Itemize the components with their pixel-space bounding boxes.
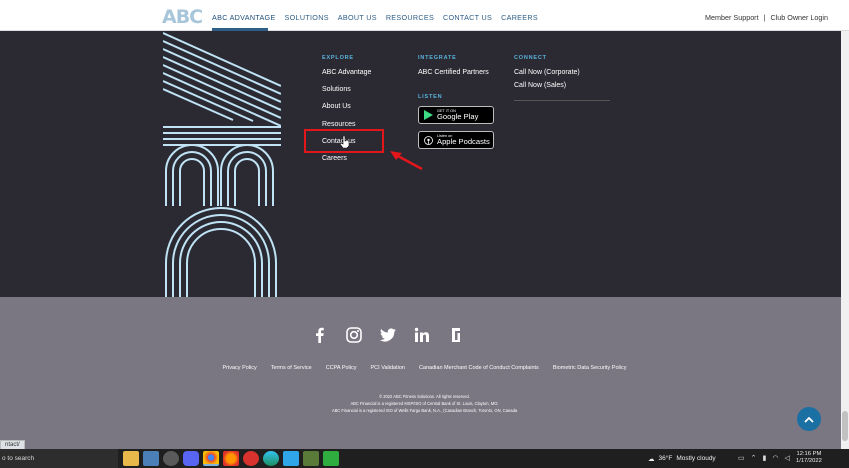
messaging-app-icon[interactable] — [283, 451, 299, 466]
taskbar-clock[interactable]: 12:16 PM 1/17/2022 — [796, 451, 822, 465]
nav-item-contact-us[interactable]: CONTACT US — [443, 13, 492, 22]
nav-separator: | — [763, 13, 766, 22]
weather-description: Mostly cloudy — [676, 455, 716, 462]
letter-c-graphic — [165, 207, 277, 297]
google-play-badge[interactable]: GET IT ON Google Play — [418, 106, 494, 124]
footer-link-call-sales[interactable]: Call Now (Sales) — [514, 82, 580, 95]
footer-legal-section: Privacy Policy Terms of Service CCPA Pol… — [0, 297, 849, 449]
nav-item-about-us[interactable]: ABOUT US — [338, 13, 377, 22]
top-navigation: ABC ABC ADVANTAGE SOLUTIONS ABOUT US RES… — [0, 0, 849, 31]
game-app-icon[interactable] — [303, 451, 319, 466]
terms-of-service-link[interactable]: Terms of Service — [271, 365, 312, 371]
opera-icon[interactable] — [243, 451, 259, 466]
hand-cursor-icon — [340, 136, 349, 148]
chevron-up-icon[interactable]: ⌃ — [751, 454, 757, 462]
notepad-icon[interactable] — [143, 451, 159, 466]
google-play-text: Google Play — [437, 112, 479, 121]
abc-lettermark-graphic — [163, 32, 281, 297]
abc-logo[interactable]: ABC — [162, 6, 203, 28]
footer-link-about-us[interactable]: About Us — [322, 103, 371, 120]
nav-item-abc-advantage[interactable]: ABC ADVANTAGE — [212, 13, 276, 22]
integrate-heading: INTEGRATE — [418, 55, 457, 61]
google-play-icon — [424, 110, 433, 120]
privacy-policy-link[interactable]: Privacy Policy — [223, 365, 257, 371]
apple-podcasts-icon — [424, 135, 433, 145]
windows-taskbar: o to search ☁ 36°F Mostly cloudy ▭ ⌃ ▮ ◠… — [0, 449, 849, 468]
ccpa-policy-link[interactable]: CCPA Policy — [326, 365, 357, 371]
red-arrow-annotation-icon — [390, 151, 423, 171]
glassdoor-icon[interactable] — [448, 327, 464, 343]
taskbar-search-box[interactable]: o to search — [0, 449, 118, 468]
utility-app-icon[interactable] — [323, 451, 339, 466]
nav-menu: ABC ADVANTAGE SOLUTIONS ABOUT US RESOURC… — [212, 13, 547, 22]
member-support-link[interactable]: Member Support — [705, 13, 759, 22]
copyright-line: © 2022 ABC Fitness Solutions. All rights… — [379, 394, 470, 399]
apple-podcasts-badge[interactable]: Listen on Apple Podcasts — [418, 131, 494, 149]
battery-icon[interactable]: ▮ — [763, 454, 767, 462]
explore-heading: EXPLORE — [322, 55, 354, 61]
edge-icon[interactable] — [263, 451, 279, 466]
scrollbar-thumb[interactable] — [842, 411, 848, 441]
social-links — [312, 327, 464, 343]
footer-link-call-corporate[interactable]: Call Now (Corporate) — [514, 69, 580, 82]
weather-widget[interactable]: ☁ 36°F Mostly cloudy — [648, 455, 716, 463]
facebook-icon[interactable] — [312, 327, 328, 343]
explore-column: EXPLORE ABC Advantage Solutions About Us… — [322, 55, 371, 172]
listen-heading: LISTEN — [418, 94, 443, 100]
canadian-merchant-code-link[interactable]: Canadian Merchant Code of Conduct Compla… — [419, 365, 539, 371]
firefox-icon[interactable] — [223, 451, 239, 466]
footer-link-certified-partners[interactable]: ABC Certified Partners — [418, 69, 489, 76]
clock-date: 1/17/2022 — [796, 458, 822, 464]
footer-link-solutions[interactable]: Solutions — [322, 86, 371, 103]
footer-link-abc-advantage[interactable]: ABC Advantage — [322, 69, 371, 86]
twitter-icon[interactable] — [380, 327, 396, 343]
connect-heading: CONNECT — [514, 55, 547, 61]
nav-item-careers[interactable]: CAREERS — [501, 13, 538, 22]
copyright-notice: © 2022 ABC Fitness Solutions. All rights… — [0, 393, 849, 414]
cloud-icon: ☁ — [648, 456, 655, 463]
nav-item-solutions[interactable]: SOLUTIONS — [285, 13, 329, 22]
instagram-icon[interactable] — [346, 327, 362, 343]
file-explorer-icon[interactable] — [123, 451, 139, 466]
legal-links: Privacy Policy Terms of Service CCPA Pol… — [0, 365, 849, 371]
connect-column: CONNECT Call Now (Corporate) Call Now (S… — [514, 55, 580, 95]
wifi-icon[interactable]: ◠ — [772, 454, 778, 462]
volume-icon[interactable]: ◁ — [784, 454, 789, 462]
footer-link-careers[interactable]: Careers — [322, 155, 371, 172]
chrome-icon[interactable] — [203, 451, 219, 466]
connect-divider — [514, 100, 610, 101]
discord-icon[interactable] — [183, 451, 199, 466]
clock-time: 12:16 PM — [796, 451, 822, 457]
apple-podcasts-text: Apple Podcasts — [437, 137, 490, 146]
letter-a-graphic — [163, 32, 281, 127]
chevron-up-icon — [804, 416, 814, 423]
taskbar-apps — [123, 451, 339, 466]
nav-item-resources[interactable]: RESOURCES — [386, 13, 434, 22]
club-owner-login-link[interactable]: Club Owner Login — [770, 13, 828, 22]
letter-b-graphic — [163, 126, 281, 206]
linkedin-icon[interactable] — [414, 327, 430, 343]
copyright-line: ABC Financial is a registered ISO of Wel… — [331, 408, 518, 413]
page-scrollbar[interactable] — [841, 31, 849, 449]
pci-validation-link[interactable]: PCI Validation — [371, 365, 405, 371]
network-icon[interactable]: ▭ — [738, 454, 745, 462]
biometric-data-policy-link[interactable]: Biometric Data Security Policy — [553, 365, 627, 371]
weather-temperature: 36°F — [658, 455, 673, 462]
clock-app-icon[interactable] — [163, 451, 179, 466]
footer-links-section: EXPLORE ABC Advantage Solutions About Us… — [0, 31, 849, 297]
system-tray: ▭ ⌃ ▮ ◠ ◁ — [738, 454, 790, 462]
integrate-column: INTEGRATE ABC Certified Partners — [418, 55, 489, 76]
nav-right-links: Member Support | Club Owner Login — [705, 13, 828, 22]
copyright-line: ABC Financial is a registered MSP/ISO of… — [350, 401, 499, 406]
scroll-to-top-button[interactable] — [797, 407, 821, 431]
